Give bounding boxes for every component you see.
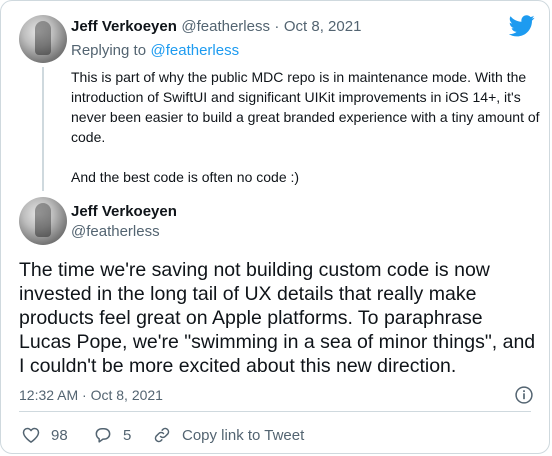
like-count: 98 [51, 426, 68, 444]
replying-to-handle[interactable]: @featherless [151, 42, 240, 59]
twitter-bird-icon[interactable] [509, 15, 535, 37]
reply-action[interactable]: 5 [93, 425, 131, 445]
reply-count: 5 [123, 426, 132, 444]
parent-header: Jeff Verkoeyen @featherless · Oct 8, 202… [71, 18, 361, 36]
reply-bubble-icon [95, 428, 111, 443]
info-icon[interactable] [514, 385, 534, 405]
parent-tweet-text: This is part of why the public MDC repo … [71, 67, 541, 187]
parent-paragraph-1: This is part of why the public MDC repo … [71, 69, 540, 145]
parent-handle[interactable]: @featherless [181, 18, 270, 35]
replying-to-line: Replying to @featherless [71, 42, 239, 60]
tweet-embed-card: Jeff Verkoeyen @featherless · Oct 8, 202… [0, 0, 550, 454]
parent-author-name[interactable]: Jeff Verkoeyen [71, 18, 177, 35]
parent-avatar[interactable] [19, 15, 67, 63]
main-author-name-row: Jeff Verkoeyen [71, 203, 177, 221]
copy-link-label: Copy link to Tweet [182, 426, 305, 444]
thread-line [42, 67, 44, 191]
main-handle-row: @featherless [71, 223, 160, 241]
link-icon [154, 427, 170, 443]
main-author-name[interactable]: Jeff Verkoeyen [71, 203, 177, 220]
actions-divider [19, 411, 531, 412]
main-avatar[interactable] [19, 197, 67, 245]
main-tweet-text: The time we're saving not building custo… [19, 259, 536, 377]
tweet-timestamp[interactable]: 12:32 AM · Oct 8, 2021 [19, 387, 163, 403]
parent-paragraph-2: And the best code is often no code :) [71, 169, 300, 185]
parent-date[interactable]: Oct 8, 2021 [284, 18, 362, 35]
like-action[interactable]: 98 [21, 425, 68, 445]
heart-icon [22, 427, 40, 443]
replying-to-label: Replying to [71, 42, 147, 59]
main-handle[interactable]: @featherless [71, 223, 160, 240]
copy-link-action[interactable]: Copy link to Tweet [152, 425, 304, 445]
parent-separator: · [274, 18, 280, 35]
